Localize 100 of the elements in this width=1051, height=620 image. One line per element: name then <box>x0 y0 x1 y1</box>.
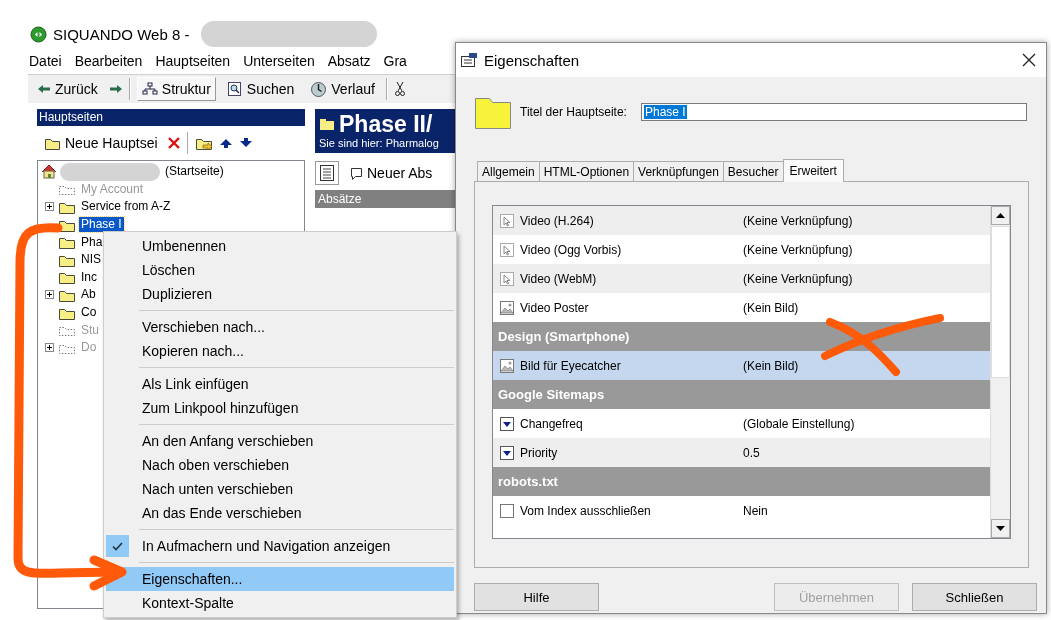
window-title: SIQUANDO Web 8 - <box>53 25 190 43</box>
expand-icon[interactable] <box>44 290 54 300</box>
down-arrow-icon[interactable] <box>238 138 253 148</box>
expand-icon[interactable] <box>44 202 54 212</box>
properties-icon <box>460 52 478 68</box>
menu-item[interactable]: Löschen <box>106 258 454 282</box>
property-row[interactable]: Changefreq (Globale Einstellung) <box>493 409 990 438</box>
view-tab[interactable]: Verlauf <box>305 77 380 101</box>
comment-icon <box>350 166 363 180</box>
menu-item[interactable]: Kopieren nach... <box>106 339 454 363</box>
page-view-button[interactable] <box>315 161 339 185</box>
scissors-icon[interactable] <box>393 81 406 97</box>
dialog-title: Eigenschaften <box>484 51 580 69</box>
property-row[interactable]: Bild für Eyecatcher (Kein Bild) <box>493 351 990 380</box>
menu-item[interactable]: Bearbeiten <box>74 53 143 69</box>
menu-item[interactable]: Als Link einfügen <box>106 372 454 396</box>
property-value: (Kein Bild) <box>743 300 799 315</box>
dropdown-icon <box>500 445 514 460</box>
tab[interactable]: Allgemein <box>477 161 540 181</box>
property-name: Changefreq <box>520 416 584 431</box>
checkmark-icon <box>112 541 123 551</box>
property-value: (Kein Bild) <box>743 358 799 373</box>
menu-item[interactable]: Gra <box>383 53 407 69</box>
section-header: robots.txt <box>493 467 990 496</box>
property-row[interactable]: Video Poster (Kein Bild) <box>493 293 990 322</box>
tree-item[interactable]: Service from A-Z <box>79 199 173 215</box>
section-header: Design (Smartphone) <box>493 322 990 351</box>
menu-item[interactable]: Absatz <box>327 53 371 69</box>
tab[interactable]: HTML-Optionen <box>538 161 635 181</box>
cursor-icon <box>500 242 514 257</box>
property-name: Video (WebM) <box>520 271 598 286</box>
tree-item[interactable]: Phase I <box>79 217 124 233</box>
tree-item[interactable]: (Startseite) <box>163 164 226 180</box>
tree-item[interactable]: Co <box>79 305 99 321</box>
menu-item[interactable]: Duplizieren <box>106 282 454 306</box>
up-arrow-icon[interactable] <box>218 138 233 148</box>
panel-header: Hauptseiten <box>37 109 305 126</box>
folder-icon <box>319 117 335 131</box>
menu-item[interactable]: In Aufmachern und Navigation anzeigen <box>106 534 454 558</box>
tree-item[interactable]: Pha <box>79 234 105 250</box>
image-icon <box>500 300 514 315</box>
tree-item[interactable]: Ab <box>79 287 98 303</box>
property-row[interactable]: Video (H.264) (Keine Verknüpfung) <box>493 206 990 235</box>
new-paragraph-button[interactable]: Neuer Abs <box>347 161 436 185</box>
title-field[interactable]: Phase I <box>640 103 1027 121</box>
menu-item[interactable]: Hauptseiten <box>155 53 231 69</box>
hierarchy-icon <box>141 82 158 96</box>
property-value: (Keine Verknüpfung) <box>743 271 853 286</box>
property-row[interactable]: Priority 0.5 <box>493 438 990 467</box>
menu-item[interactable]: An den Anfang verschieben <box>106 429 454 453</box>
menu-item[interactable]: Nach unten verschieben <box>106 477 454 501</box>
property-name: Vom Index ausschließen <box>520 503 652 518</box>
scroll-up-icon[interactable] <box>996 213 1005 218</box>
scroll-down-icon[interactable] <box>996 526 1005 531</box>
close-icon[interactable] <box>1022 53 1036 67</box>
property-row[interactable]: Video (Ogg Vorbis) (Keine Verknüpfung) <box>493 235 990 264</box>
menu-item[interactable]: Datei <box>29 53 62 69</box>
menu-item[interactable]: Unterseiten <box>243 53 315 69</box>
right-arrow-icon[interactable] <box>108 84 123 94</box>
dialog-button[interactable]: Schließen <box>912 583 1037 611</box>
cursor-icon <box>500 213 514 228</box>
menu-item[interactable]: Eigenschaften... <box>106 567 454 591</box>
folder-icon <box>58 270 76 285</box>
property-value: (Keine Verknüpfung) <box>743 242 853 257</box>
breadcrumb: Sie sind hier: Pharmalog <box>319 137 440 149</box>
folder-icon <box>58 235 76 250</box>
tree-item[interactable]: Inc <box>79 269 99 285</box>
menu-item[interactable]: Zum Linkpool hinzufügen <box>106 396 454 420</box>
delete-icon[interactable] <box>166 136 181 150</box>
property-name: Video (Ogg Vorbis) <box>520 242 623 257</box>
tree-item[interactable]: NIS <box>79 252 103 268</box>
folder-icon <box>44 136 61 150</box>
image-icon <box>500 358 514 373</box>
tab[interactable]: Verknüpfungen <box>633 161 724 181</box>
scrollbar-thumb[interactable] <box>991 226 1010 378</box>
property-row[interactable]: Video (WebM) (Keine Verknüpfung) <box>493 264 990 293</box>
property-row[interactable]: Vom Index ausschließen Nein <box>493 496 990 525</box>
property-name: Video Poster <box>520 300 590 315</box>
dialog-button[interactable]: Hilfe <box>474 583 599 611</box>
new-page-button[interactable]: Neue Hauptsei <box>41 131 161 155</box>
checkbox[interactable] <box>500 503 514 518</box>
menu-item[interactable]: An das Ende verschieben <box>106 501 454 525</box>
page-title: Phase II/ <box>339 111 433 137</box>
property-value: (Globale Einstellung) <box>743 416 855 431</box>
property-value: Nein <box>743 503 768 518</box>
folder-icon <box>58 200 76 214</box>
menu-item[interactable]: Umbenennen <box>106 234 454 258</box>
property-value: 0.5 <box>743 445 760 460</box>
property-name: Video (H.264) <box>520 213 595 228</box>
menu-item[interactable]: Kontext-Spalte <box>106 591 454 615</box>
dropdown-icon <box>500 416 514 431</box>
menu-item[interactable]: Nach oben verschieben <box>106 453 454 477</box>
view-tab[interactable]: Struktur <box>136 77 216 101</box>
home-icon <box>41 164 57 180</box>
folder-arrow-icon[interactable] <box>194 136 213 150</box>
tab[interactable]: Erweitert <box>782 159 844 182</box>
cursor-icon <box>500 271 514 286</box>
menu-item[interactable]: Verschieben nach... <box>106 315 454 339</box>
view-tab[interactable]: Suchen <box>221 77 300 101</box>
back-button[interactable]: Zurück <box>32 77 103 101</box>
